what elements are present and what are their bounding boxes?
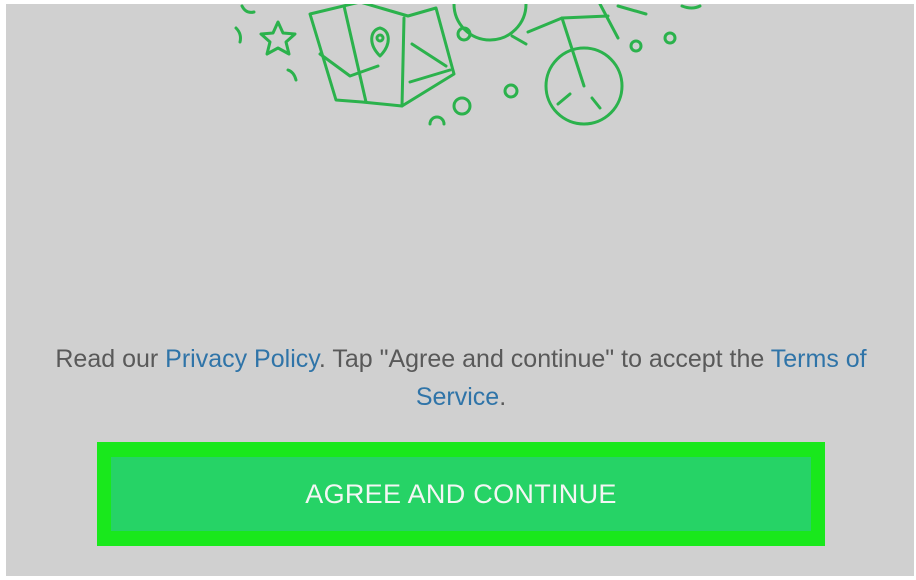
welcome-illustration xyxy=(234,4,702,126)
terms-prefix: Read our xyxy=(55,345,166,373)
bicycle-icon xyxy=(452,4,702,126)
welcome-screen: Read our Privacy Policy. Tap "Agree and … xyxy=(6,4,914,576)
terms-suffix: . xyxy=(499,383,507,411)
map-pin-icon xyxy=(370,26,390,58)
terms-middle: . Tap "Agree and continue" to accept the xyxy=(318,345,771,373)
agree-and-continue-button[interactable]: AGREE AND CONTINUE xyxy=(111,457,811,531)
agree-button-label: AGREE AND CONTINUE xyxy=(305,478,617,509)
star-icon xyxy=(259,20,297,56)
privacy-terms-text: Read our Privacy Policy. Tap "Agree and … xyxy=(26,340,896,416)
privacy-policy-link[interactable]: Privacy Policy xyxy=(165,345,319,373)
